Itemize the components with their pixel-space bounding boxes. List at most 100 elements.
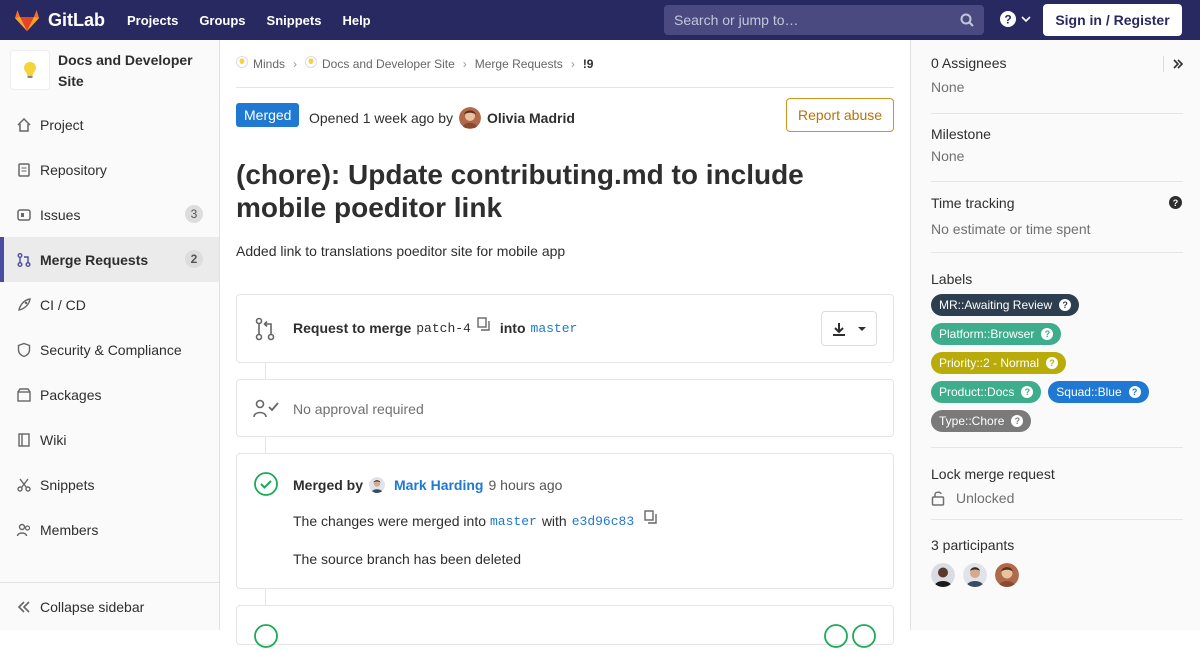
nav-projects[interactable]: Projects: [127, 13, 178, 28]
scissors-icon: [16, 477, 32, 493]
target-branch-link[interactable]: master: [531, 321, 578, 336]
nav-help[interactable]: Help: [342, 13, 370, 28]
sidebar-item-label: Security & Compliance: [40, 341, 182, 358]
label-badge[interactable]: Squad::Blue?: [1048, 381, 1149, 403]
package-icon: [16, 387, 32, 403]
nav-groups[interactable]: Groups: [199, 13, 245, 28]
nav-snippets[interactable]: Snippets: [267, 13, 322, 28]
sidebar-item-label: Wiki: [40, 431, 67, 448]
doc-icon: [16, 162, 32, 178]
label-badge[interactable]: Platform::Browser?: [931, 323, 1062, 345]
sidebar-item-packages[interactable]: Packages: [0, 372, 219, 417]
sidebar-item-merge-requests[interactable]: Merge Requests 2: [0, 237, 219, 282]
lock-status: Unlocked: [931, 490, 1183, 506]
labels-title: Labels: [931, 271, 973, 287]
book-icon: [16, 432, 32, 448]
labels-list: MR::Awaiting Review? Platform::Browser? …: [931, 294, 1183, 439]
divider: [236, 87, 894, 88]
lock-title: Lock merge request: [931, 466, 1055, 482]
approval-widget: No approval required: [236, 379, 894, 437]
mr-opened-info: Opened 1 week ago by Olivia Madrid: [309, 107, 575, 129]
main-content: Minds › Docs and Developer Site › Merge …: [220, 40, 910, 648]
label-text: Platform::Browser: [939, 327, 1035, 341]
merged-by-row: Merged by Mark Harding 9 hours ago: [293, 477, 562, 493]
sidebar-item-snippets[interactable]: Snippets: [0, 462, 219, 507]
avatar[interactable]: [931, 563, 955, 587]
label-badge[interactable]: Product::Docs?: [931, 381, 1042, 403]
download-dropdown-button[interactable]: [821, 311, 877, 346]
label-text: MR::Awaiting Review: [939, 298, 1053, 312]
sidebar-item-repository[interactable]: Repository: [0, 147, 219, 192]
assignees-title: 0 Assignees: [931, 55, 1007, 71]
label-badge[interactable]: MR::Awaiting Review?: [931, 294, 1080, 316]
lock-open-icon: [931, 491, 945, 506]
target-branch-link[interactable]: master: [490, 514, 537, 529]
author-avatar[interactable]: [459, 107, 481, 129]
project-avatar: [10, 50, 50, 90]
merged-into-row: The changes were merged into master with…: [293, 509, 658, 529]
time-tracking-title: Time tracking: [931, 195, 1015, 211]
time-tracking-block: Time tracking No estimate or time spent: [931, 195, 1183, 237]
project-header[interactable]: Docs and Developer Site: [0, 40, 219, 100]
breadcrumb: Minds › Docs and Developer Site › Merge …: [236, 56, 593, 71]
author-name[interactable]: Olivia Madrid: [487, 110, 575, 126]
sidebar-item-label: Packages: [40, 386, 102, 403]
participants-block: 3 participants: [931, 537, 1183, 587]
sidebar-item-label: Merge Requests: [40, 251, 149, 268]
branch-deleted-text: The source branch has been deleted: [293, 551, 522, 567]
merged-time: 9 hours ago: [488, 477, 563, 493]
breadcrumb-merge-requests[interactable]: Merge Requests: [475, 57, 563, 71]
divider: [931, 252, 1183, 253]
merged-widget: Merged by Mark Harding 9 hours ago The c…: [236, 453, 894, 589]
pipeline-widget: [236, 605, 894, 648]
merge-requests-count-badge: 2: [185, 250, 203, 268]
timeline-connector: [265, 437, 266, 453]
merger-name-link[interactable]: Mark Harding: [394, 477, 483, 493]
collapse-sidebar-button[interactable]: Collapse sidebar: [0, 582, 219, 630]
stage-success-icon[interactable]: [824, 624, 848, 651]
gitlab-logo[interactable]: GitLab: [14, 8, 105, 32]
sign-in-button[interactable]: Sign in / Register: [1043, 4, 1182, 36]
breadcrumb-minds[interactable]: Minds: [253, 57, 285, 71]
sidebar-item-security[interactable]: Security & Compliance: [0, 327, 219, 372]
timeline-connector: [265, 363, 266, 379]
lightbulb-icon: [24, 62, 36, 78]
issuable-sidebar: 0 Assignees None Milestone None Time tra…: [910, 40, 1200, 630]
stage-success-icon[interactable]: [852, 624, 876, 651]
question-icon: ?: [1059, 299, 1072, 311]
chevron-down-icon: [1021, 16, 1031, 23]
merger-avatar[interactable]: [369, 477, 386, 493]
sidebar-item-ci-cd[interactable]: CI / CD: [0, 282, 219, 327]
approval-status-text: No approval required: [293, 401, 424, 417]
label-badge[interactable]: Priority::2 - Normal?: [931, 352, 1067, 374]
help-dropdown[interactable]: ?: [1000, 11, 1032, 27]
caret-down-icon: [858, 326, 866, 331]
report-abuse-button[interactable]: Report abuse: [786, 98, 894, 132]
avatar[interactable]: [995, 563, 1019, 587]
breadcrumb-current[interactable]: !9: [583, 57, 594, 71]
sidebar-item-wiki[interactable]: Wiki: [0, 417, 219, 462]
label-badge[interactable]: Type::Chore?: [931, 410, 1032, 432]
breadcrumb-separator-icon: ›: [462, 56, 467, 71]
sidebar-item-members[interactable]: Members: [0, 507, 219, 552]
search-icon: [960, 13, 974, 27]
commit-sha-link[interactable]: e3d96c83: [572, 514, 634, 529]
sidebar-item-issues[interactable]: Issues 3: [0, 192, 219, 237]
page-title: (chore): Update contributing.md to inclu…: [236, 159, 804, 223]
participants-title: 3 participants: [931, 537, 1015, 553]
download-icon: [833, 322, 845, 336]
collapse-right-sidebar-button[interactable]: [1163, 56, 1184, 72]
avatar[interactable]: [963, 563, 987, 587]
project-name: Docs and Developer Site: [58, 52, 193, 89]
group-avatar: [236, 56, 248, 71]
sidebar-item-project[interactable]: Project: [0, 102, 219, 147]
search-input[interactable]: Search or jump to…: [664, 5, 984, 35]
breadcrumb-project[interactable]: Docs and Developer Site: [322, 57, 455, 71]
copy-icon[interactable]: [644, 509, 658, 527]
merge-request-icon: [16, 252, 32, 268]
copy-icon[interactable]: [477, 316, 491, 334]
svg-text:?: ?: [1004, 13, 1011, 27]
time-tracking-value: No estimate or time spent: [931, 221, 1091, 237]
question-icon: ?: [1011, 415, 1024, 427]
question-icon[interactable]: ?: [1169, 196, 1182, 212]
